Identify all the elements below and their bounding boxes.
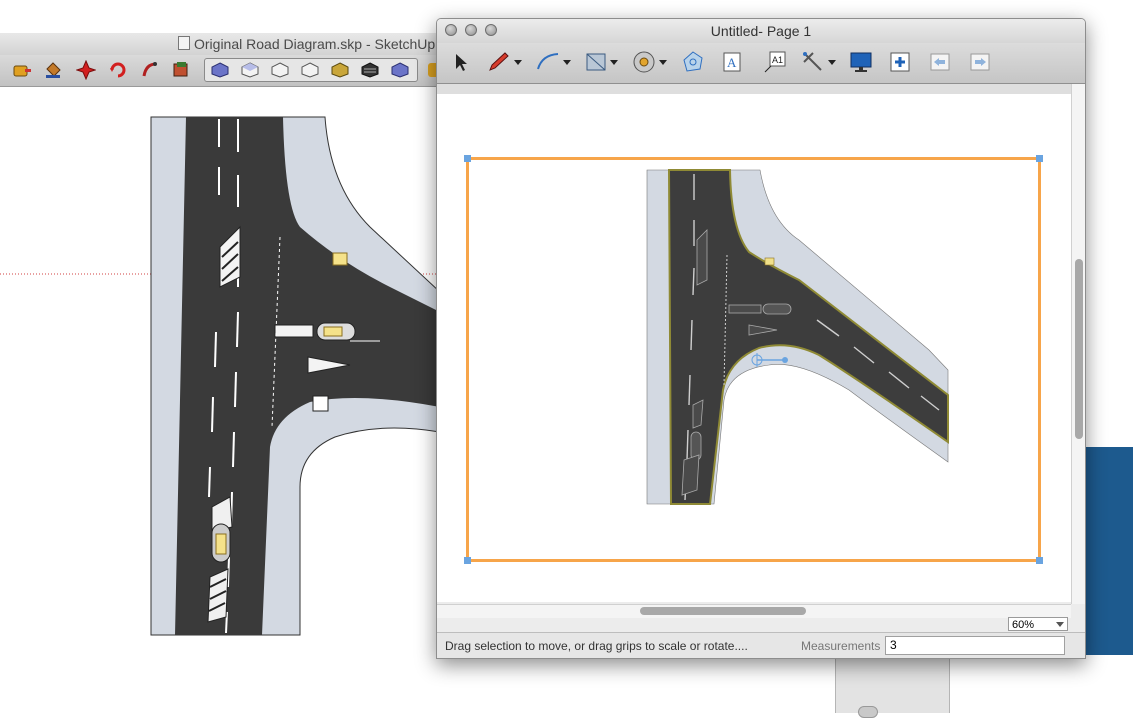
presentation-icon[interactable]	[849, 49, 873, 75]
measurements-input[interactable]: 3	[885, 636, 1065, 655]
section-icon[interactable]	[170, 59, 192, 81]
layout-window-title: Untitled- Page 1	[710, 23, 812, 39]
previous-page-icon[interactable]	[929, 49, 951, 75]
sketchup-window-title: Original Road Diagram.skp - SketchUp	[178, 36, 435, 52]
select-tool-icon[interactable]	[453, 49, 469, 75]
layout-titlebar: Untitled- Page 1	[437, 19, 1085, 43]
polygon-tool-icon[interactable]	[681, 49, 705, 75]
layout-toolbar: A A1	[437, 43, 1085, 84]
layout-document-area[interactable]	[437, 84, 1071, 604]
label-tool-icon[interactable]: A1	[761, 49, 787, 75]
walk-icon[interactable]	[139, 59, 161, 81]
dimension-tool-icon[interactable]	[801, 49, 836, 75]
svg-text:A1: A1	[772, 55, 783, 65]
grip-top-left[interactable]	[464, 155, 471, 162]
skp-file-icon	[178, 36, 190, 50]
status-bar: Drag selection to move, or drag grips to…	[437, 632, 1085, 658]
bottom-view-icon[interactable]	[387, 60, 413, 80]
left-view-icon[interactable]	[357, 60, 383, 80]
orbit-icon[interactable]	[107, 59, 129, 81]
paint-bucket-icon[interactable]	[42, 59, 64, 81]
chevron-down-icon	[1056, 622, 1064, 627]
next-page-icon[interactable]	[969, 49, 991, 75]
view-toolbar	[204, 58, 418, 82]
grip-bottom-left[interactable]	[464, 557, 471, 564]
iso-view-icon[interactable]	[207, 60, 233, 80]
sketchup-toolbar	[0, 55, 440, 87]
tape-measure-icon[interactable]	[11, 59, 33, 81]
layout-page[interactable]	[437, 94, 1071, 602]
rectangle-tool-icon[interactable]	[585, 49, 618, 75]
selected-viewport[interactable]	[464, 155, 1043, 564]
grip-top-right[interactable]	[1036, 155, 1043, 162]
sketchup-viewport[interactable]	[0, 87, 440, 713]
pan-icon[interactable]	[75, 59, 97, 81]
zoom-select[interactable]: 60%	[1008, 617, 1068, 631]
add-page-icon[interactable]	[889, 49, 911, 75]
slider-knob[interactable]	[858, 706, 878, 718]
pencil-tool-icon[interactable]	[487, 49, 522, 75]
vertical-scrollbar[interactable]	[1071, 84, 1085, 604]
desktop-background	[1084, 447, 1133, 655]
measurements-label: Measurements	[801, 639, 881, 653]
arc-tool-icon[interactable]	[536, 49, 571, 75]
right-view-icon[interactable]	[297, 60, 323, 80]
horizontal-scroll-thumb[interactable]	[640, 607, 806, 615]
front-view-icon[interactable]	[267, 60, 293, 80]
side-panel	[835, 655, 950, 713]
horizontal-scrollbar[interactable]	[437, 604, 1071, 618]
vertical-scroll-thumb[interactable]	[1075, 259, 1083, 439]
top-view-icon[interactable]	[237, 60, 263, 80]
circle-tool-icon[interactable]	[632, 49, 667, 75]
back-view-icon[interactable]	[327, 60, 353, 80]
text-tool-icon[interactable]: A	[722, 49, 742, 75]
status-text: Drag selection to move, or drag grips to…	[445, 639, 748, 653]
svg-text:A: A	[727, 55, 737, 70]
layout-window: Untitled- Page 1 A A1 60% Drag selection…	[436, 18, 1086, 659]
grip-bottom-right[interactable]	[1036, 557, 1043, 564]
